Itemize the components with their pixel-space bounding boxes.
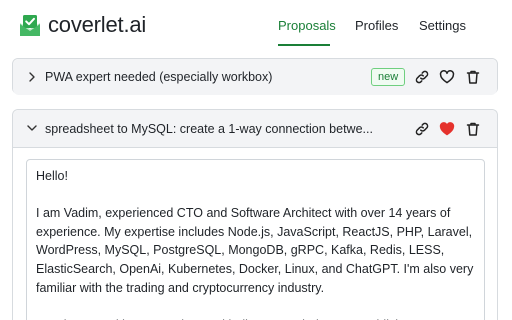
proposal-header[interactable]: PWA expert needed (especially workbox) n… <box>13 59 497 95</box>
trash-icon[interactable] <box>465 121 481 137</box>
heart-filled-icon[interactable] <box>439 121 455 137</box>
proposal-title[interactable]: spreadsheet to MySQL: create a 1-way con… <box>45 122 375 136</box>
link-icon[interactable] <box>414 69 430 85</box>
proposal-title[interactable]: PWA expert needed (especially workbox) <box>45 70 272 84</box>
heart-icon[interactable] <box>439 69 455 85</box>
cover-letter-textarea[interactable]: Hello! I am Vadim, experienced CTO and S… <box>26 159 485 320</box>
cover-letter-text[interactable]: Hello! I am Vadim, experienced CTO and S… <box>36 167 476 320</box>
chevron-down-icon[interactable] <box>25 123 39 133</box>
envelope-check-icon <box>20 15 40 36</box>
tab-profiles[interactable]: Profiles <box>355 18 398 33</box>
chevron-right-icon[interactable] <box>27 70 37 84</box>
active-tab-indicator <box>278 44 330 46</box>
tab-settings[interactable]: Settings <box>419 18 466 33</box>
link-icon[interactable] <box>414 121 430 137</box>
brand-name[interactable]: coverlet.ai <box>48 12 146 38</box>
new-badge: new <box>371 68 406 86</box>
proposal-header[interactable]: spreadsheet to MySQL: create a 1-way con… <box>13 110 497 148</box>
brand-name-text: coverlet <box>48 12 124 37</box>
proposal-card: PWA expert needed (especially workbox) n… <box>12 58 498 95</box>
tab-proposals[interactable]: Proposals <box>278 18 336 33</box>
trash-icon[interactable] <box>465 69 481 85</box>
brand-tld: .ai <box>123 12 147 37</box>
app-header: coverlet.ai Proposals Profiles Settings <box>0 0 512 52</box>
